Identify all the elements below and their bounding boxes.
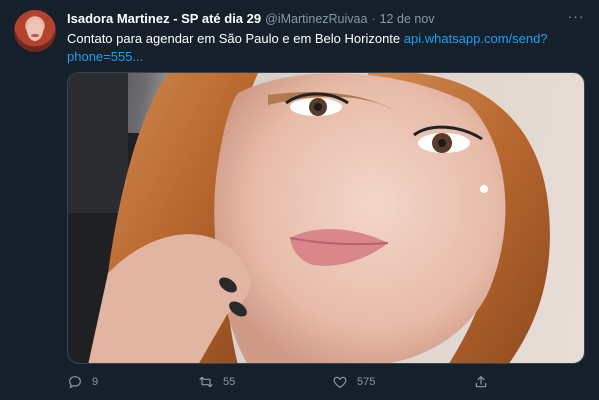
header-separator: · [371,12,376,26]
more-dots-icon[interactable]: ··· [566,9,586,27]
tweet-date[interactable]: 12 de nov [380,12,435,26]
retweet-count: 55 [223,376,236,388]
retweet-icon [199,376,213,388]
avatar-face [27,19,43,41]
author-name[interactable]: Isadora Martinez - SP até dia 29 [67,11,261,26]
tweet-body-text: Contato para agendar em São Paulo e em B… [67,31,404,46]
retweet-button[interactable]: 55 [198,374,235,390]
author-handle[interactable]: @iMartinezRuivaa [265,12,367,26]
like-count: 575 [357,376,376,388]
tweet-header: Isadora Martinez - SP até dia 29 @iMarti… [67,11,435,29]
reply-button[interactable]: 9 [67,374,98,390]
reply-count: 9 [92,376,99,388]
photo-illustration [68,73,550,363]
tweet-photo[interactable] [67,72,585,364]
tweet-text: Contato para agendar em São Paulo e em B… [67,30,567,66]
share-button[interactable] [473,374,498,390]
avatar-lips [31,34,39,37]
heart-icon [333,376,347,388]
tweet[interactable]: Isadora Martinez - SP até dia 29 @iMarti… [0,0,599,400]
reply-icon [69,376,81,389]
tweet-actions: 9 55 575 [67,374,567,392]
like-button[interactable]: 575 [332,374,375,390]
share-icon [475,376,487,388]
avatar[interactable] [14,10,56,52]
